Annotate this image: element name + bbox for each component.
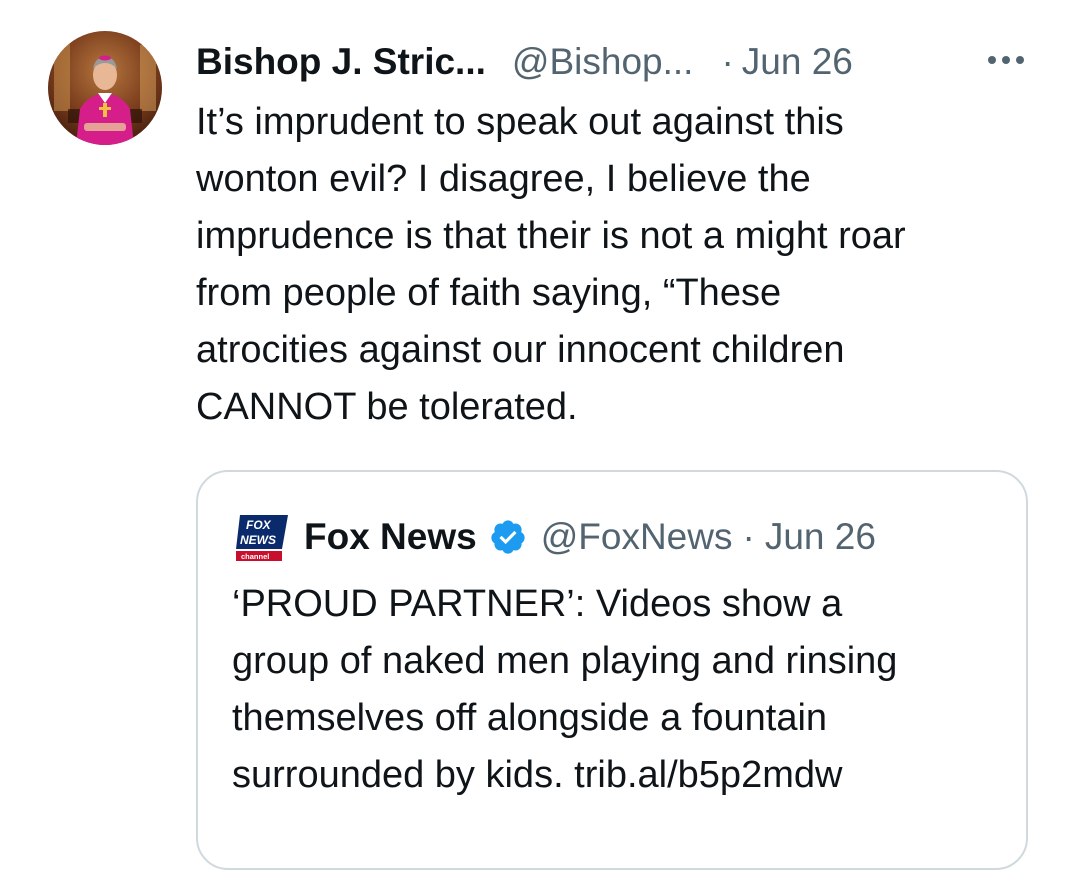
author-handle[interactable]: @Bishop... (512, 38, 694, 86)
author-display-name[interactable]: Bishop J. Stric... (196, 38, 486, 86)
tweet[interactable]: Bishop J. Stric... @Bishop... · Jun 26 I… (0, 0, 1080, 870)
quoted-tweet-header: FOX NEWS channel Fox News @FoxNews · Jun… (232, 511, 876, 563)
author-avatar[interactable] (48, 31, 162, 145)
logo-text-news: NEWS (240, 533, 276, 547)
header-separator: · (721, 41, 734, 82)
quoted-tweet-text: ‘PROUD PARTNER’: Videos show a group of … (232, 583, 898, 796)
quoted-tweet-date[interactable]: Jun 26 (765, 516, 876, 558)
quoted-author-handle[interactable]: @FoxNews (541, 516, 733, 558)
logo-text-channel: channel (241, 552, 269, 561)
quoted-author-display-name[interactable]: Fox News (304, 516, 477, 558)
tweet-text: It’s imprudent to speak out against this… (196, 101, 906, 428)
quoted-tweet[interactable]: FOX NEWS channel Fox News @FoxNews · Jun… (196, 470, 1028, 870)
tweet-date[interactable]: Jun 26 (742, 38, 853, 86)
logo-text-fox: FOX (246, 518, 272, 532)
quoted-header-separator: · (742, 516, 755, 557)
fox-news-channel-logo[interactable]: FOX NEWS channel (232, 511, 292, 563)
verified-badge-icon[interactable] (489, 518, 527, 556)
tweet-header: Bishop J. Stric... @Bishop... · Jun 26 (196, 38, 1036, 86)
more-horizontal-icon[interactable] (982, 48, 1030, 72)
